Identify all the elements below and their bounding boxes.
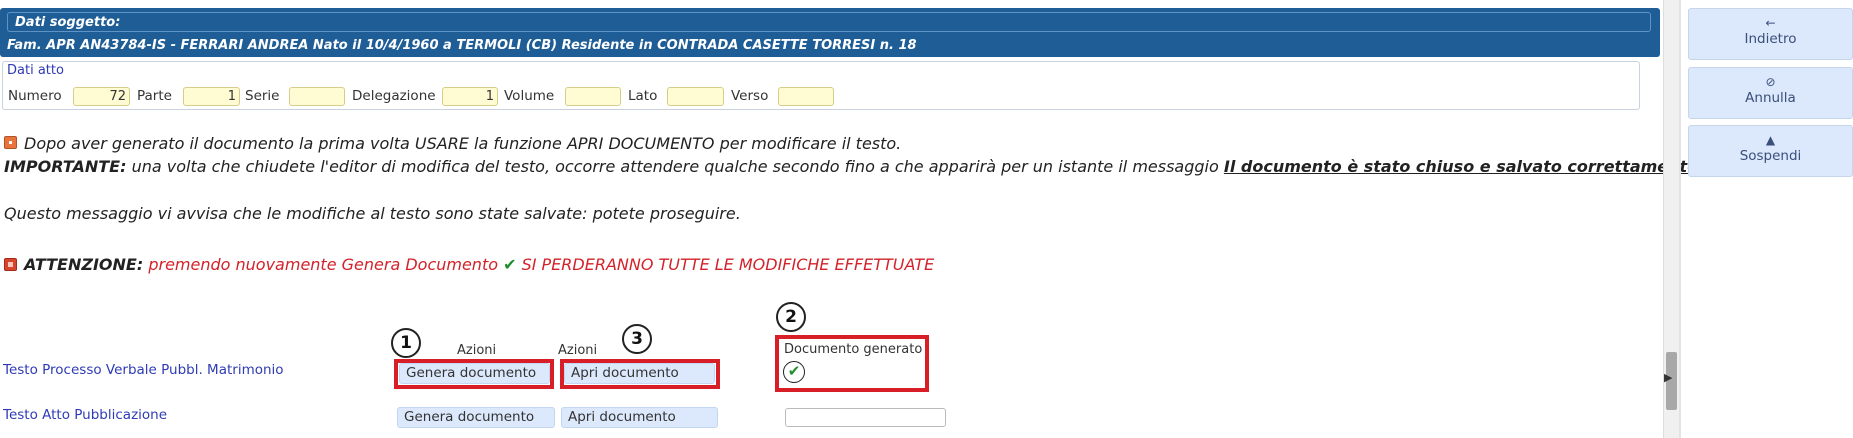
dati-atto-panel: Dati atto Numero 72 Parte 1 Serie Delega…	[2, 61, 1640, 110]
check-icon: ✔	[503, 255, 517, 274]
important-label: IMPORTANTE:	[4, 157, 127, 176]
serie-field[interactable]	[289, 87, 345, 106]
volume-field[interactable]	[565, 87, 621, 106]
sospendi-label: Sospendi	[1739, 148, 1802, 164]
genera-documento-button-2[interactable]: Genera documento	[397, 407, 555, 428]
info-icon	[4, 136, 17, 149]
row-label-processo-verbale: Testo Processo Verbale Pubbl. Matrimonio	[3, 362, 284, 378]
volume-label: Volume	[504, 88, 555, 104]
annotation-1: 1	[391, 328, 421, 358]
subject-details: Fam. APR AN43784-IS - FERRARI ANDREA Nat…	[7, 38, 917, 53]
indietro-button[interactable]: ← Indietro	[1688, 8, 1853, 60]
annulla-label: Annulla	[1745, 90, 1796, 106]
saved-message: Questo messaggio vi avvisa che le modifi…	[4, 204, 741, 223]
document-generated-empty-field	[785, 408, 946, 427]
attention-text-1: premendo nuovamente Genera Documento	[143, 255, 504, 274]
row-label-atto-pubblicazione: Testo Atto Pubblicazione	[3, 407, 168, 423]
important-message: IMPORTANTE: una volta che chiudete l'edi…	[4, 157, 1704, 176]
verso-label: Verso	[731, 88, 769, 104]
cancel-circle-icon: ⊘	[1765, 75, 1776, 89]
annotation-2: 2	[776, 302, 806, 332]
verso-field[interactable]	[778, 87, 834, 106]
lato-label: Lato	[628, 88, 658, 104]
apri-documento-button-2[interactable]: Apri documento	[561, 407, 718, 428]
annotation-frame-3	[560, 359, 720, 389]
important-text: una volta che chiudete l'editor di modif…	[126, 157, 1224, 176]
serie-label: Serie	[245, 88, 280, 104]
attention-text-2: SI PERDERANNO TUTTE LE MODIFICHE EFFETTU…	[516, 255, 935, 274]
azioni-header-1: Azioni	[457, 343, 497, 358]
collapse-arrow-icon[interactable]: ▶	[1664, 371, 1672, 384]
annotation-3: 3	[622, 324, 652, 354]
warning-icon: ▲	[1765, 133, 1776, 147]
subject-title: Dati soggetto:	[7, 12, 1651, 32]
numero-field[interactable]: 72	[73, 87, 130, 106]
attention-label: ATTENZIONE:	[24, 255, 144, 274]
parte-label: Parte	[137, 88, 172, 104]
sospendi-button[interactable]: ▲ Sospendi	[1688, 125, 1853, 177]
parte-field[interactable]: 1	[183, 87, 240, 106]
dati-atto-title: Dati atto	[7, 63, 64, 78]
annotation-frame-1	[394, 359, 554, 389]
info-message: Dopo aver generato il documento la prima…	[24, 134, 902, 153]
document-generated-check-icon: ✔	[783, 361, 805, 383]
important-emphasis: Il documento è stato chiuso e salvato co…	[1223, 157, 1705, 176]
subject-panel: Dati soggetto: Fam. APR AN43784-IS - FER…	[0, 8, 1660, 57]
azioni-header-2: Azioni	[558, 343, 598, 358]
numero-label: Numero	[8, 88, 62, 104]
warning-icon	[4, 258, 17, 271]
arrow-left-icon: ←	[1765, 16, 1776, 30]
delegazione-label: Delegazione	[352, 88, 436, 104]
delegazione-field[interactable]: 1	[442, 87, 498, 106]
lato-field[interactable]	[667, 87, 724, 106]
indietro-label: Indietro	[1744, 31, 1797, 47]
annulla-button[interactable]: ⊘ Annulla	[1688, 67, 1853, 119]
panel-divider	[1679, 0, 1681, 438]
attention-message: ATTENZIONE: premendo nuovamente Genera D…	[24, 255, 934, 274]
